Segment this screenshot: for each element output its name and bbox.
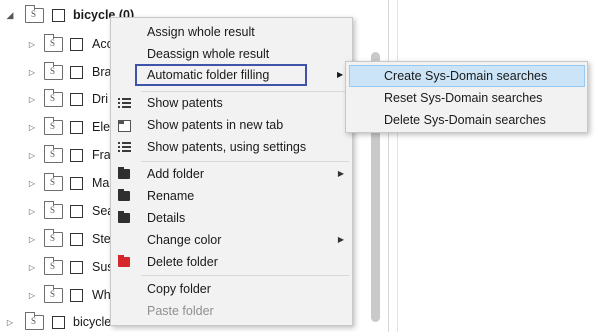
menu-item-label: Reset Sys-Domain searches	[384, 91, 543, 105]
menu-item-delete-folder[interactable]: Delete folder	[111, 251, 352, 273]
menu-item-label: Show patents	[147, 96, 223, 110]
folder-checkbox[interactable]	[70, 261, 83, 274]
folder-icon: S	[44, 145, 63, 163]
menu-separator	[141, 161, 349, 162]
menu-item-show-patents-settings[interactable]: Show patents, using settings	[111, 136, 352, 158]
menu-item-assign-whole-result[interactable]: Assign whole result	[111, 21, 352, 43]
folder-icon: S	[44, 89, 63, 107]
collapse-arrow-icon[interactable]: ▷	[26, 121, 38, 133]
folder-icon: S	[25, 5, 44, 23]
menu-item-paste-folder: Paste folder	[111, 300, 352, 322]
menu-item-label: Details	[147, 211, 186, 225]
folder-icon: S	[44, 257, 63, 275]
menu-item-delete-sys-domain-searches[interactable]: Delete Sys-Domain searches	[346, 109, 587, 131]
tree-label: Fra	[92, 148, 111, 162]
folder-icon: S	[44, 201, 63, 219]
list-settings-icon	[118, 141, 131, 153]
folder-checkbox[interactable]	[52, 316, 65, 329]
collapse-arrow-icon[interactable]: ▷	[26, 149, 38, 161]
menu-item-label: Delete Sys-Domain searches	[384, 113, 546, 127]
folder-checkbox[interactable]	[52, 9, 65, 22]
tree-label: Ma	[92, 176, 110, 190]
pane-divider[interactable]	[388, 0, 389, 332]
menu-item-change-color[interactable]: Change color ▶	[111, 229, 352, 251]
details-folder-icon	[118, 211, 130, 223]
collapse-arrow-icon[interactable]: ▷	[26, 233, 38, 245]
folder-icon: S	[25, 312, 44, 330]
menu-item-add-folder[interactable]: Add folder ▶	[111, 163, 352, 185]
folder-checkbox[interactable]	[70, 233, 83, 246]
automatic-folder-filling-submenu: Create Sys-Domain searches Reset Sys-Dom…	[345, 61, 588, 133]
tree-label: Wh	[92, 288, 111, 302]
collapse-arrow-icon[interactable]: ▷	[26, 93, 38, 105]
menu-item-label: Paste folder	[147, 304, 214, 318]
folder-checkbox[interactable]	[70, 93, 83, 106]
collapse-arrow-icon[interactable]: ▷	[26, 177, 38, 189]
menu-item-label: Deassign whole result	[147, 47, 270, 61]
folder-checkbox[interactable]	[70, 149, 83, 162]
collapse-arrow-icon[interactable]: ▷	[26, 261, 38, 273]
expand-arrow-icon[interactable]: ◢	[4, 9, 16, 21]
collapse-arrow-icon[interactable]: ▷	[26, 289, 38, 301]
collapse-arrow-icon[interactable]: ▷	[26, 66, 38, 78]
menu-item-copy-folder[interactable]: Copy folder	[111, 278, 352, 300]
menu-item-automatic-folder-filling[interactable]: Automatic folder filling	[135, 64, 307, 86]
new-tab-icon	[118, 120, 131, 132]
menu-item-create-sys-domain-searches[interactable]: Create Sys-Domain searches	[349, 65, 585, 87]
menu-item-label: Automatic folder filling	[147, 68, 270, 82]
folder-icon: S	[44, 117, 63, 135]
context-menu: Assign whole result Deassign whole resul…	[110, 17, 353, 326]
rename-folder-icon	[118, 189, 130, 201]
list-icon	[118, 97, 131, 109]
collapse-arrow-icon[interactable]: ▷	[4, 316, 16, 328]
menu-item-label: Show patents, using settings	[147, 140, 307, 154]
submenu-arrow-icon: ▶	[337, 169, 344, 178]
collapse-arrow-icon[interactable]: ▷	[26, 205, 38, 217]
menu-item-label: Add folder	[147, 167, 204, 181]
menu-separator	[141, 275, 349, 276]
folder-checkbox[interactable]	[70, 289, 83, 302]
menu-item-show-patents[interactable]: Show patents	[111, 92, 352, 114]
pane-border	[397, 0, 398, 332]
add-folder-icon	[118, 167, 130, 179]
submenu-arrow-icon: ▶	[337, 70, 344, 79]
folder-checkbox[interactable]	[70, 205, 83, 218]
tree-label: Bra	[92, 65, 112, 79]
menu-item-label: Copy folder	[147, 282, 211, 296]
folder-icon: S	[44, 173, 63, 191]
tree-label: Dri	[92, 92, 108, 106]
tree-label: Ste	[92, 232, 111, 246]
menu-item-deassign-whole-result[interactable]: Deassign whole result	[111, 43, 352, 65]
tree-label: bicycle	[73, 315, 112, 329]
folder-icon: S	[44, 62, 63, 80]
menu-item-show-patents-new-tab[interactable]: Show patents in new tab	[111, 114, 352, 136]
folder-checkbox[interactable]	[70, 121, 83, 134]
vertical-scrollbar[interactable]	[365, 0, 385, 332]
menu-item-details[interactable]: Details	[111, 207, 352, 229]
tree-label: Ele	[92, 120, 111, 134]
folder-checkbox[interactable]	[70, 177, 83, 190]
menu-item-label: Show patents in new tab	[147, 118, 284, 132]
menu-item-label: Assign whole result	[147, 25, 255, 39]
menu-item-label: Change color	[147, 233, 222, 247]
menu-item-reset-sys-domain-searches[interactable]: Reset Sys-Domain searches	[346, 87, 587, 109]
menu-item-label: Delete folder	[147, 255, 218, 269]
folder-icon: S	[44, 34, 63, 52]
menu-item-rename[interactable]: Rename	[111, 185, 352, 207]
submenu-arrow-icon: ▶	[337, 235, 344, 244]
collapse-arrow-icon[interactable]: ▷	[26, 38, 38, 50]
delete-folder-icon	[118, 255, 130, 267]
folder-checkbox[interactable]	[70, 38, 83, 51]
folder-icon: S	[44, 285, 63, 303]
menu-item-label: Rename	[147, 189, 195, 203]
folder-checkbox[interactable]	[70, 66, 83, 79]
menu-item-label: Create Sys-Domain searches	[384, 69, 548, 83]
folder-icon: S	[44, 229, 63, 247]
